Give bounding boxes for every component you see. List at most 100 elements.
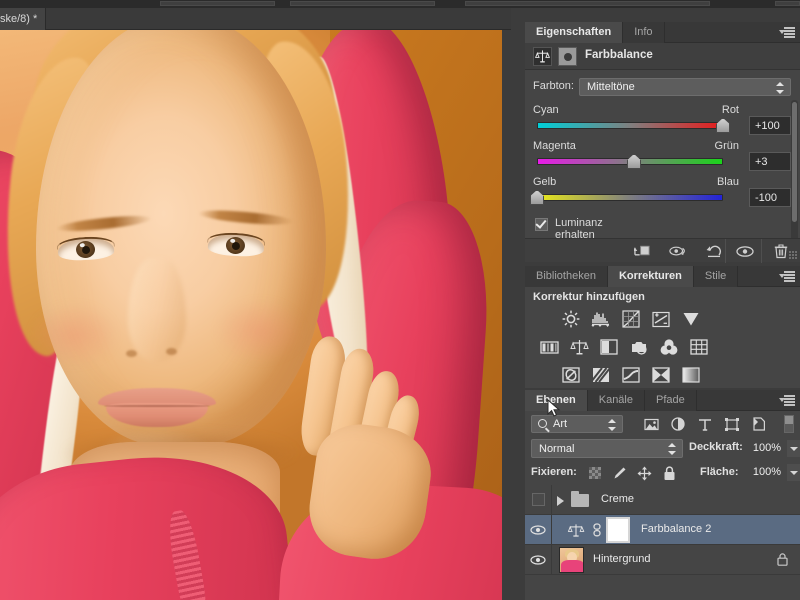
blend-mode-row: Normal Deckkraft: 100% (525, 437, 800, 461)
color-balance-icon[interactable] (567, 336, 591, 358)
photo-portrait (0, 30, 511, 600)
layer-filter-toggle-switch[interactable] (784, 415, 794, 433)
gradient-map-icon[interactable] (679, 364, 703, 386)
visibility-eye-icon[interactable] (530, 525, 546, 535)
slider-magenta-green-handle[interactable] (627, 154, 641, 169)
selective-color-icon[interactable] (649, 364, 673, 386)
opacity-dropdown-arrow[interactable] (787, 440, 800, 457)
toggle-previous-state-icon[interactable] (665, 242, 691, 260)
properties-footer (525, 238, 800, 262)
table-row[interactable]: Creme (525, 485, 800, 515)
adjustments-panel-menu-icon[interactable] (779, 270, 795, 283)
reset-icon[interactable] (701, 242, 727, 260)
properties-tab-row: Eigenschaften Info (525, 22, 800, 43)
layer-name[interactable]: Creme (601, 493, 634, 505)
slider-magenta-green-right-label: Grün (715, 140, 739, 152)
tab-kanaele[interactable]: Kanäle (588, 390, 645, 411)
table-row[interactable]: Farbbalance 2 (525, 515, 800, 545)
visibility-eye-icon[interactable] (732, 242, 758, 260)
threshold-icon[interactable] (619, 364, 643, 386)
right-dock: Eigenschaften Info (511, 8, 800, 600)
photoshop-window: ske/8) * ▸▸ (0, 0, 800, 600)
tab-ebenen[interactable]: Ebenen (525, 390, 588, 411)
curves-icon[interactable] (619, 308, 643, 330)
chevron-updown-icon (776, 82, 784, 94)
tone-select-value: Mitteltöne (587, 81, 635, 93)
opacity-value[interactable]: 100% (750, 440, 784, 457)
slider-yellow-blue-handle[interactable] (530, 190, 544, 205)
brightness-contrast-icon[interactable] (559, 308, 583, 330)
slider-cyan-red-track[interactable] (537, 122, 723, 129)
image-canvas[interactable] (0, 30, 511, 600)
shape-layers-icon[interactable] (722, 415, 742, 433)
layers-panel: Ebenen Kanäle Pfade Art (525, 390, 800, 600)
slider-yellow-blue-track[interactable] (537, 194, 723, 201)
layer-visibility-cell[interactable] (525, 545, 552, 574)
layer-filter-value: Art (553, 418, 567, 430)
layer-list: Creme (525, 485, 800, 600)
adjustments-row-1 (559, 308, 717, 332)
opacity-label: Deckkraft: (689, 441, 743, 453)
slider-yellow-blue-right-label: Blau (717, 176, 739, 188)
slider-magenta-green-value[interactable]: +3 (749, 152, 791, 171)
vibrance-icon[interactable] (679, 308, 703, 330)
levels-icon[interactable] (589, 308, 613, 330)
luminance-checkbox[interactable] (535, 218, 548, 231)
layer-visibility-cell[interactable] (525, 515, 552, 544)
blend-mode-select[interactable]: Normal (531, 439, 683, 458)
tab-bibliotheken[interactable]: Bibliotheken (525, 266, 608, 287)
layer-name[interactable]: Farbbalance 2 (641, 523, 711, 535)
lock-all-icon[interactable] (660, 464, 679, 482)
hue-saturation-icon[interactable] (537, 336, 561, 358)
photo-filter-icon[interactable] (627, 336, 651, 358)
tone-select[interactable]: Mitteltöne (579, 78, 791, 96)
posterize-icon[interactable] (589, 364, 613, 386)
document-tab[interactable]: ske/8) * (0, 8, 46, 30)
tone-label: Farbton: (533, 80, 574, 92)
folder-icon (571, 494, 589, 507)
tab-stile[interactable]: Stile (694, 266, 738, 287)
properties-panel-menu-icon[interactable] (779, 26, 795, 39)
type-layers-icon[interactable] (695, 415, 715, 433)
blend-mode-value: Normal (539, 443, 574, 455)
fill-dropdown-arrow[interactable] (787, 464, 800, 481)
clip-to-layer-icon[interactable] (629, 242, 655, 260)
fill-value[interactable]: 100% (750, 464, 784, 481)
slider-cyan-red-right-label: Rot (722, 104, 739, 116)
layer-mask-icon (558, 47, 577, 66)
lock-position-icon[interactable] (635, 464, 654, 482)
visibility-eye-icon[interactable] (530, 555, 546, 565)
lock-row: Fixieren: (525, 461, 800, 485)
layer-visibility-cell[interactable] (525, 485, 552, 514)
slider-cyan-red-handle[interactable] (716, 118, 730, 133)
layers-panel-menu-icon[interactable] (779, 394, 795, 407)
panel-resize-grip[interactable] (789, 251, 798, 260)
exposure-icon[interactable] (649, 308, 673, 330)
link-mask-icon[interactable] (591, 523, 603, 537)
lock-image-icon[interactable] (610, 464, 629, 482)
slider-yellow-blue-value[interactable]: -100 (749, 188, 791, 207)
lock-transparency-icon[interactable] (585, 464, 604, 482)
properties-scrollbar[interactable] (791, 100, 798, 248)
tab-eigenschaften[interactable]: Eigenschaften (525, 22, 623, 43)
pixel-layers-icon[interactable] (641, 415, 661, 433)
tab-pfade[interactable]: Pfade (645, 390, 697, 411)
color-lookup-icon[interactable] (687, 336, 711, 358)
group-expand-triangle-icon[interactable] (557, 496, 564, 506)
layer-mask-thumbnail[interactable] (606, 517, 630, 543)
smart-object-icon[interactable] (749, 415, 769, 433)
layer-thumbnail[interactable] (559, 547, 584, 573)
channel-mixer-icon[interactable] (657, 336, 681, 358)
black-white-icon[interactable] (597, 336, 621, 358)
tab-info[interactable]: Info (623, 22, 664, 43)
slider-cyan-red-value[interactable]: +100 (749, 116, 791, 135)
invert-icon[interactable] (559, 364, 583, 386)
adjustment-layers-icon[interactable] (668, 415, 688, 433)
visibility-off-icon[interactable] (532, 493, 545, 506)
table-row[interactable]: Hintergrund (525, 545, 800, 575)
color-balance-icon[interactable] (566, 521, 586, 539)
layer-name[interactable]: Hintergrund (593, 553, 650, 565)
chevron-updown-icon (668, 443, 676, 455)
tab-korrekturen[interactable]: Korrekturen (608, 266, 694, 287)
layer-filter-select[interactable]: Art (531, 415, 623, 433)
